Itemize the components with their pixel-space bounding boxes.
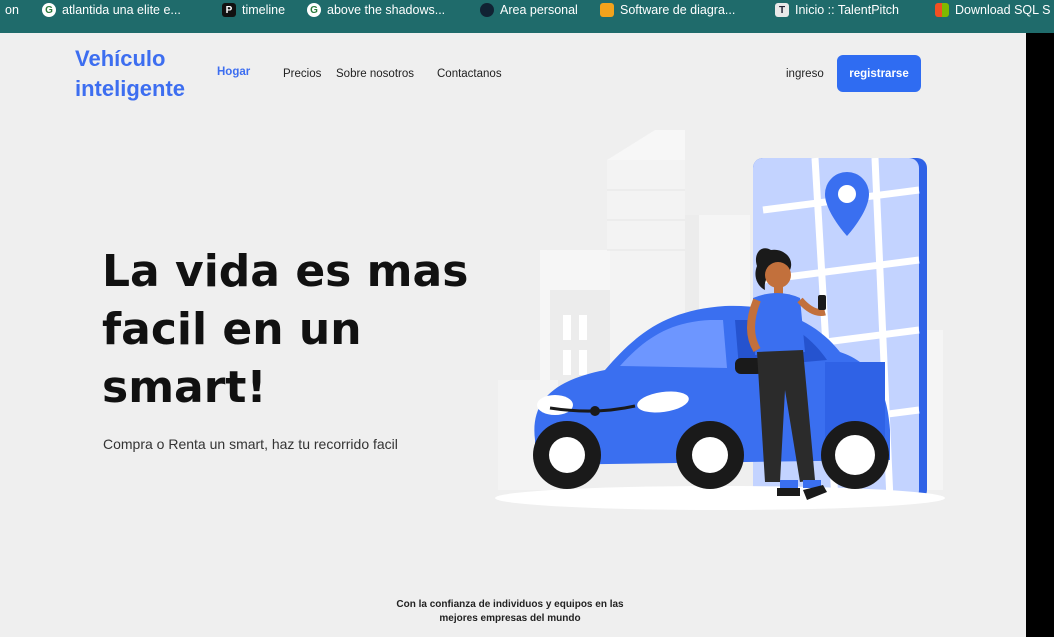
window-edge [1026,33,1054,637]
talentpitch-icon: T [775,3,789,17]
nav-link-home[interactable]: Hogar [217,66,250,78]
login-link[interactable]: ingreso [786,68,824,80]
bookmark-label: Download SQL S [955,3,1051,17]
nav-link-about[interactable]: Sobre nosotros [336,68,414,80]
bookmark-label: on [5,3,19,17]
bookmark-item[interactable]: T Inicio :: TalentPitch [775,0,899,22]
trust-line-1: Con la confianza de individuos y equipos… [396,599,624,610]
avatar-icon [480,3,494,17]
p-icon: P [222,3,236,17]
bookmark-label: Area personal [500,3,578,17]
nav-link-contact[interactable]: Contactanos [437,68,502,80]
hero-title: La vida es mas facil en un smart! [102,246,469,413]
bookmark-label: atlantida una elite e... [62,3,181,17]
diagram-app-icon [600,3,614,17]
signup-button[interactable]: registrarse [837,55,921,92]
bookmark-label: timeline [242,3,286,17]
google-icon: G [307,3,321,17]
trust-statement: Con la confianza de individuos y equipos… [370,598,650,626]
bookmarks-bar: on G atlantida una elite e... P timeline… [0,0,1054,33]
google-icon: G [42,3,56,17]
bookmark-item[interactable]: Software de diagra... [600,0,735,22]
brand-logo[interactable]: Vehículo inteligente [75,44,215,104]
nav-link-pricing[interactable]: Precios [283,68,321,80]
bookmark-item[interactable]: Download SQL S [935,0,1050,22]
bookmark-item[interactable]: Area personal [480,0,578,22]
bookmark-item[interactable]: P timeline [222,0,285,22]
bookmark-label: above the shadows... [327,3,446,17]
bookmark-label: Software de diagra... [620,3,736,17]
bookmark-label: Inicio :: TalentPitch [795,3,899,17]
bookmark-item[interactable]: G above the shadows... [307,0,445,22]
microsoft-icon [935,3,949,17]
hero-subtitle: Compra o Renta un smart, haz tu recorrid… [103,436,398,452]
bookmark-item[interactable]: G atlantida una elite e... [42,0,181,22]
hero-illustration [495,130,945,510]
trust-line-2: mejores empresas del mundo [439,613,581,624]
bookmark-item[interactable]: on [5,0,19,22]
